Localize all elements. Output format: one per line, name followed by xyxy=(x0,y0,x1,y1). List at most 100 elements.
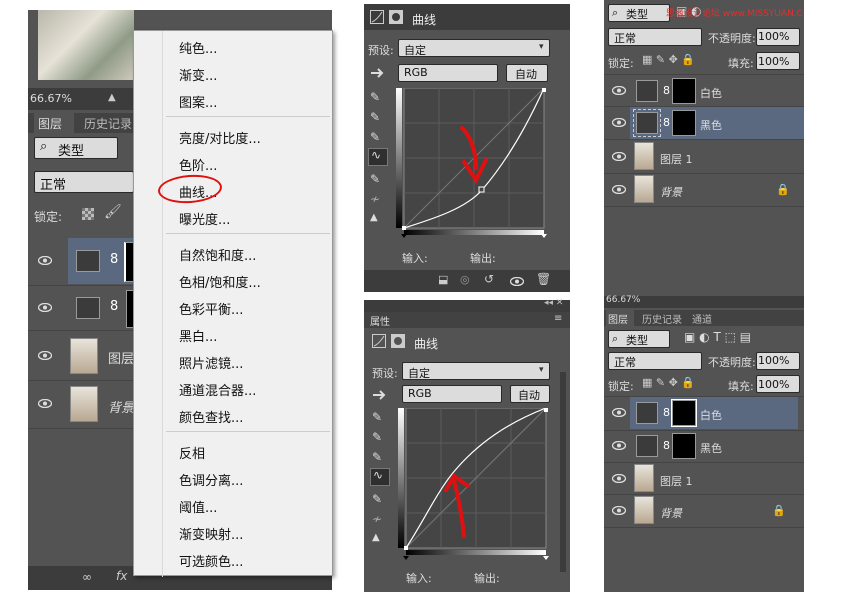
menu-item[interactable]: 渐变... xyxy=(179,65,217,84)
link-icon[interactable]: 8 xyxy=(663,116,670,129)
smooth-icon[interactable]: ≁ xyxy=(370,192,380,206)
eye-icon[interactable] xyxy=(612,86,626,95)
tab-channels-label[interactable]: 通道 xyxy=(692,311,712,326)
reset-icon[interactable]: ↺ xyxy=(484,272,494,286)
link-icon[interactable]: 8 xyxy=(663,439,670,452)
link-layers-icon[interactable]: ∞ xyxy=(82,570,92,584)
eye-icon[interactable] xyxy=(612,152,626,161)
eye-icon[interactable] xyxy=(38,351,52,360)
menu-item[interactable]: 色彩平衡... xyxy=(179,299,243,318)
eye-icon[interactable] xyxy=(38,303,52,312)
eyedropper-white-icon[interactable]: ✎ xyxy=(370,130,380,144)
pencil-icon[interactable]: ✎ xyxy=(370,172,380,186)
filter-label: 类型 xyxy=(626,334,648,347)
lock-icons[interactable]: ▦ ✎ ✥ 🔒 xyxy=(642,53,695,66)
auto-button-label: 自动 xyxy=(515,68,537,81)
panel-scrollbar[interactable] xyxy=(560,372,566,572)
chevron-down-icon: ▾ xyxy=(539,365,544,375)
lock-icons[interactable]: ▦ ✎ ✥ 🔒 xyxy=(642,376,695,389)
link-icon[interactable]: 8 xyxy=(663,406,670,419)
eye-icon[interactable] xyxy=(612,441,626,450)
eye-icon[interactable] xyxy=(612,185,626,194)
layers-panel-bottom: 66.67% 图层 历史记录 通道 ⌕ 类型 ▣ ◐ T ⬚ ▤ 正常 不透明度… xyxy=(604,295,804,592)
fx-icon[interactable]: fx xyxy=(116,569,127,583)
eyedropper-gray-icon[interactable]: ✎ xyxy=(372,430,382,444)
menu-item[interactable]: 色相/饱和度... xyxy=(179,272,261,291)
zoom-level[interactable]: 66.67% xyxy=(606,295,640,305)
link-icon[interactable]: 8 xyxy=(663,84,670,97)
menu-item[interactable]: 纯色... xyxy=(179,38,217,57)
curves-layer-thumbnail xyxy=(636,402,658,424)
link-icon[interactable]: 8 xyxy=(110,252,118,267)
curves-panel-bottom: ◂◂ ✕ 属性 ≡ 曲线 预设: 自定 ▾ RGB 自动 ✎ ✎ ✎ ∿ ✎ ≁… xyxy=(364,298,570,592)
collapse-icon[interactable]: ▲ xyxy=(108,92,116,103)
tab-history-label[interactable]: 历史记录 xyxy=(642,311,682,326)
menu-item[interactable]: 色阶... xyxy=(179,155,217,174)
layer-name: 黑色 xyxy=(700,442,722,455)
menu-item[interactable]: 曝光度... xyxy=(179,209,230,228)
blend-mode-label: 正常 xyxy=(614,32,636,45)
search-icon: ⌕ xyxy=(40,139,48,154)
layer-name: 黑色 xyxy=(700,119,722,132)
collapse-panel-icon[interactable]: ◂◂ ✕ xyxy=(544,298,563,308)
curves-layer-thumbnail xyxy=(636,80,658,102)
zoom-level[interactable]: 66.67% xyxy=(30,92,72,105)
menu-item[interactable]: 反相 xyxy=(179,443,205,462)
filter-label: 类型 xyxy=(626,8,648,21)
eye-icon[interactable] xyxy=(38,399,52,408)
eyedropper-gray-icon[interactable]: ✎ xyxy=(370,110,380,124)
curves-title: 曲线 xyxy=(414,337,439,351)
clipping-warning-icon[interactable]: ▲ xyxy=(370,212,378,223)
eye-icon[interactable] xyxy=(612,408,626,417)
menu-item[interactable]: 通道混合器... xyxy=(179,380,256,399)
photo-thumbnail xyxy=(634,142,654,170)
menu-item[interactable]: 图案... xyxy=(179,92,217,111)
eyedropper-black-icon[interactable]: ✎ xyxy=(370,90,380,104)
tab-history-label[interactable]: 历史记录 xyxy=(84,115,132,132)
curves-layer-thumbnail xyxy=(636,435,658,457)
menu-item[interactable]: 黑白... xyxy=(179,326,217,345)
eyedropper-white-icon[interactable]: ✎ xyxy=(372,450,382,464)
eyedropper-black-icon[interactable]: ✎ xyxy=(372,410,382,424)
eye-icon[interactable] xyxy=(612,118,626,127)
brush-icon[interactable]: 🖌 xyxy=(104,204,122,220)
trash-icon[interactable]: 🗑 xyxy=(536,272,551,286)
curves-layer-thumbnail xyxy=(633,109,661,137)
eye-icon[interactable] xyxy=(612,474,626,483)
input-label: 输入: xyxy=(406,572,432,585)
opacity-value: 100% xyxy=(758,354,790,367)
input-label: 输入: xyxy=(402,252,428,265)
menu-item[interactable]: 色调分离... xyxy=(179,470,243,489)
photo-thumbnail xyxy=(634,175,654,203)
photo-thumbnail xyxy=(70,386,98,422)
smooth-icon[interactable]: ≁ xyxy=(372,512,382,526)
menu-item[interactable]: 可选颜色... xyxy=(179,551,243,570)
on-image-adjust-icon[interactable] xyxy=(372,388,388,402)
canvas-preview xyxy=(38,10,134,80)
tab-layers-label: 图层 xyxy=(38,117,63,131)
menu-item[interactable]: 阈值... xyxy=(179,497,217,516)
pencil-icon[interactable]: ✎ xyxy=(372,492,382,506)
menu-item[interactable]: 颜色查找... xyxy=(179,407,243,426)
menu-item[interactable]: 亮度/对比度... xyxy=(179,128,261,147)
curves-layer-thumbnail xyxy=(76,297,100,319)
link-icon[interactable]: 8 xyxy=(110,299,118,314)
menu-item[interactable]: 渐变映射... xyxy=(179,524,243,543)
layer-name: 图层 1 xyxy=(660,153,693,166)
on-image-adjust-icon[interactable] xyxy=(370,66,386,80)
view-previous-icon[interactable]: ◎ xyxy=(460,273,470,286)
clip-to-layer-icon[interactable]: ⬓ xyxy=(438,273,448,286)
panel-menu-icon[interactable]: ≡ xyxy=(554,313,562,324)
menu-item[interactable]: 照片滤镜... xyxy=(179,353,243,372)
lock-label: 锁定: xyxy=(34,210,63,224)
eye-icon[interactable] xyxy=(38,256,52,265)
eye-icon[interactable] xyxy=(510,277,524,286)
lock-transparent-icon[interactable] xyxy=(82,208,94,220)
clipping-warning-icon[interactable]: ▲ xyxy=(372,532,380,543)
curves-panel-top: 曲线 预设: 自定 ▾ RGB 自动 ✎ ✎ ✎ ∿ ✎ ≁ ▲ 输入: 输出:… xyxy=(364,4,570,292)
filter-icons[interactable]: ▣ ◐ T ⬚ ▤ xyxy=(684,330,751,344)
curve-wave-icon: ∿ xyxy=(373,468,384,482)
menu-item[interactable]: 自然饱和度... xyxy=(179,245,256,264)
eye-icon[interactable] xyxy=(612,506,626,515)
mask-icon xyxy=(389,10,403,24)
